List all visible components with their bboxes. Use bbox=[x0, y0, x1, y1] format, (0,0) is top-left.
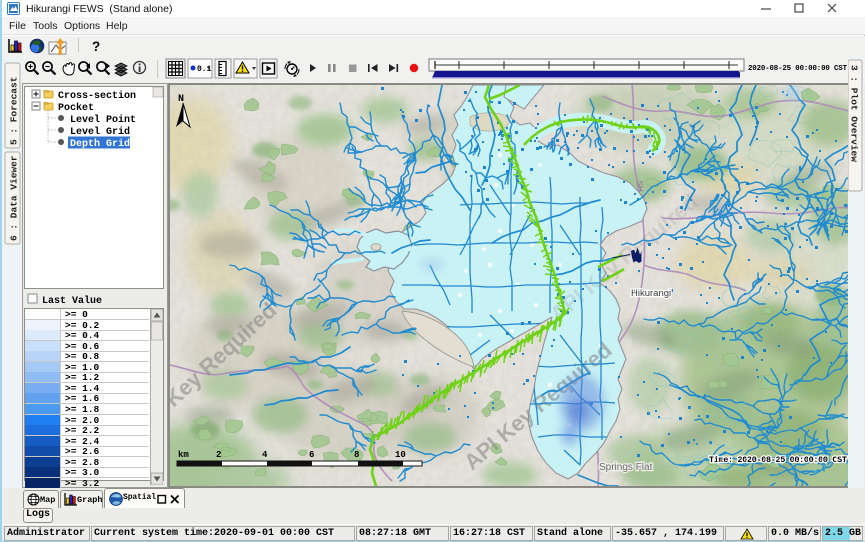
svg-text:2: 2 bbox=[216, 450, 221, 460]
svg-text:Hikurangi: Hikurangi bbox=[631, 288, 671, 299]
svg-text:3 : Plot Overview: 3 : Plot Overview bbox=[849, 65, 860, 162]
svg-text:Last Value: Last Value bbox=[42, 295, 102, 307]
svg-text:Time: 2020-08-25 00:00:00 CST: Time: 2020-08-25 00:00:00 CST bbox=[709, 455, 847, 465]
svg-text:Cross-section: Cross-section bbox=[58, 90, 136, 102]
svg-text:8: 8 bbox=[354, 450, 359, 460]
svg-text:Depth Grid: Depth Grid bbox=[70, 138, 130, 150]
svg-text:4: 4 bbox=[262, 450, 268, 460]
svg-text:km: km bbox=[178, 450, 189, 460]
svg-text:0.1: 0.1 bbox=[197, 65, 212, 74]
svg-text:Pocket: Pocket bbox=[58, 102, 94, 114]
svg-text:10: 10 bbox=[395, 450, 406, 460]
svg-text:Level Point: Level Point bbox=[70, 114, 136, 126]
svg-text:Level Grid: Level Grid bbox=[70, 126, 130, 138]
svg-text:6: 6 bbox=[309, 450, 314, 460]
svg-text:5 : Forecast: 5 : Forecast bbox=[9, 77, 20, 145]
svg-text:?: ? bbox=[92, 39, 100, 54]
svg-text:2020-08-25 00:00:00 CST: 2020-08-25 00:00:00 CST bbox=[748, 65, 848, 73]
svg-text:Springs Flat: Springs Flat bbox=[599, 462, 653, 473]
svg-text:6 : Data Viewer: 6 : Data Viewer bbox=[9, 155, 20, 241]
